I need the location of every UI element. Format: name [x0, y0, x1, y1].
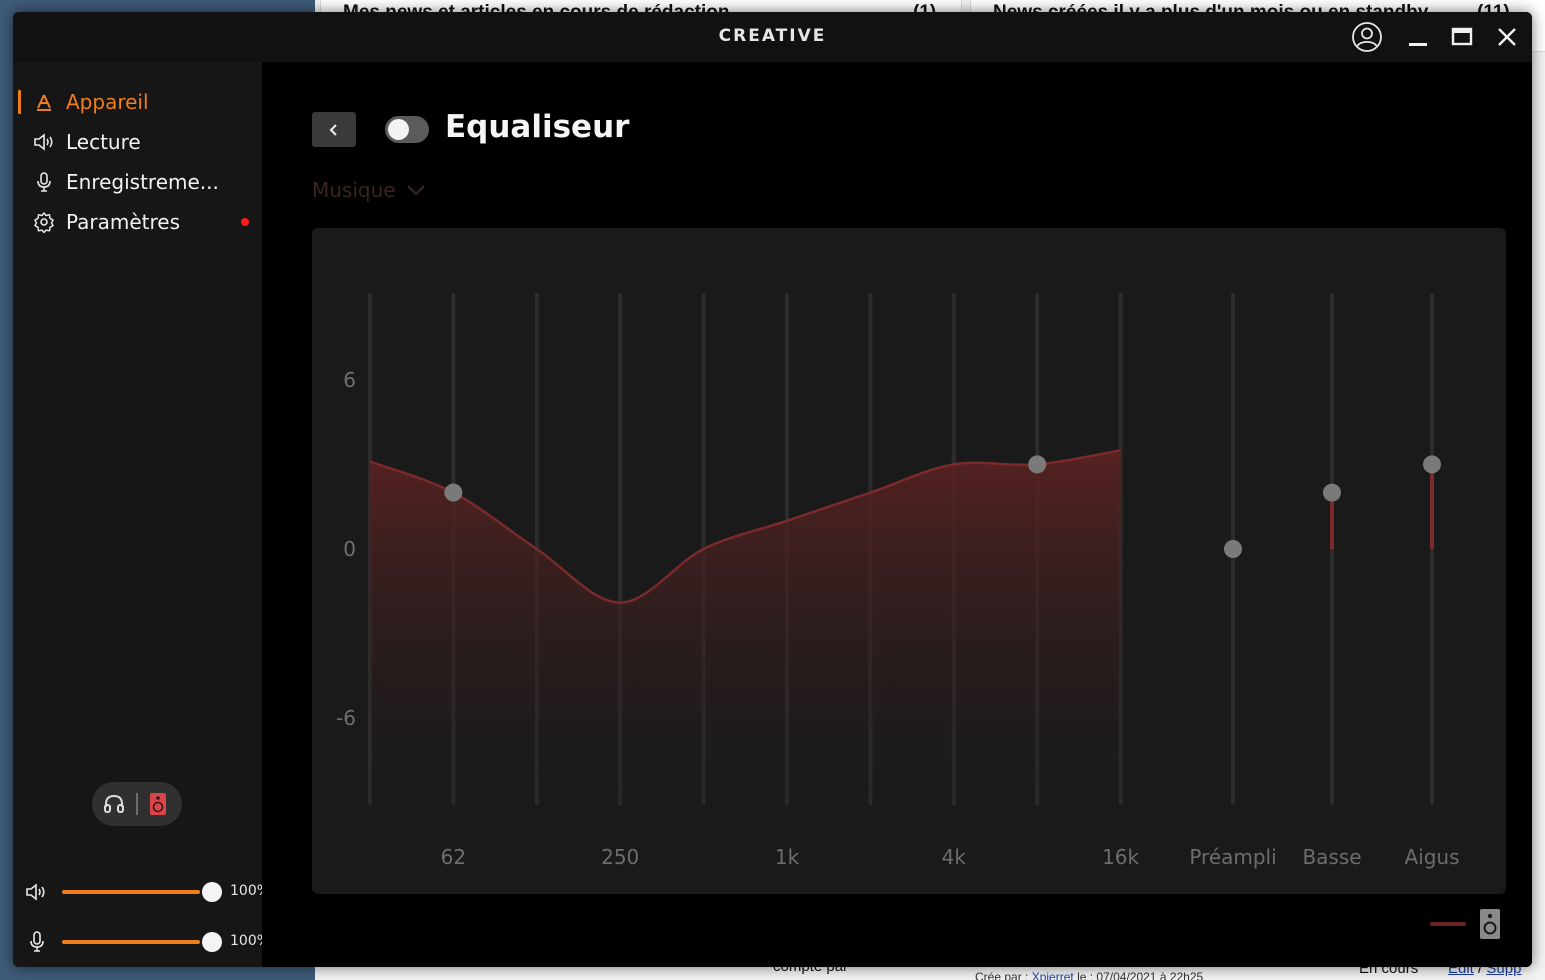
extra-control-handle	[1224, 540, 1242, 558]
sidebar-item-appareil[interactable]: Appareil	[13, 84, 262, 120]
eq-band-label: 1k	[775, 845, 800, 869]
playback-volume-slider[interactable]: 100%	[25, 877, 270, 907]
extra-control-label: Préampli	[1189, 845, 1276, 869]
sidebar-item-parametres[interactable]: Paramètres	[13, 204, 262, 240]
mic-knob[interactable]	[202, 932, 222, 952]
y-tick-label: 0	[343, 537, 356, 561]
microphone-icon	[33, 171, 55, 193]
chevron-down-icon	[406, 185, 425, 196]
active-indicator	[18, 90, 21, 114]
device-icon	[33, 91, 55, 113]
account-icon	[1352, 22, 1382, 52]
maximize-icon	[1451, 27, 1473, 46]
sidebar-item-enregistrement[interactable]: Enregistreme...	[13, 164, 262, 200]
minimize-icon	[1409, 43, 1427, 46]
brand-logo: CREATIVE	[718, 26, 827, 46]
sidebar-item-label: Lecture	[66, 130, 141, 154]
equalizer-toggle[interactable]	[385, 116, 429, 143]
close-icon	[1498, 28, 1516, 46]
mic-volume-slider[interactable]: 100%	[25, 927, 270, 957]
sidebar-item-label: Appareil	[66, 90, 149, 114]
speaker-icon	[25, 881, 49, 903]
equalizer-graph[interactable]: 6 0 -6 62 250 1k 4k 16k Préampli Basse Aigus	[312, 228, 1506, 894]
app-window: CREATIVE Appareil Lecture Enregistreme..…	[13, 12, 1532, 967]
output-device-toggle	[92, 782, 182, 826]
curve-legend-line	[1430, 922, 1466, 926]
volume-track[interactable]	[62, 890, 200, 894]
speaker-icon[interactable]	[1479, 908, 1501, 940]
close-button[interactable]	[1489, 20, 1525, 54]
sidebar-item-lecture[interactable]: Lecture	[13, 124, 262, 160]
gear-icon	[33, 211, 55, 233]
y-tick-label: 6	[343, 368, 356, 392]
minimize-button[interactable]	[1400, 20, 1436, 54]
speaker-icon	[33, 131, 55, 153]
preset-dropdown[interactable]: Musique	[312, 178, 426, 202]
eq-band-handle	[444, 483, 463, 502]
toggle-divider	[136, 793, 138, 815]
toggle-knob	[388, 119, 409, 140]
microphone-icon	[27, 930, 47, 954]
background-footer-author: Crée par : Xpierret le : 07/04/2021 à 22…	[975, 970, 1203, 980]
extra-control-handle	[1323, 483, 1341, 502]
sidebar-item-label: Paramètres	[66, 210, 181, 234]
extra-control-label: Aigus	[1404, 845, 1459, 869]
sidebar-item-label: Enregistreme...	[66, 170, 219, 194]
eq-band-handle	[1028, 455, 1047, 474]
chevron-left-icon	[329, 123, 337, 136]
eq-curve-fill	[370, 450, 1121, 803]
headphones-icon[interactable]	[102, 792, 126, 816]
speaker-icon[interactable]	[149, 792, 167, 816]
extra-control-label: Basse	[1302, 845, 1361, 869]
background-author-date: le : 07/04/2021 à 22h25	[1077, 970, 1204, 980]
maximize-button[interactable]	[1444, 20, 1480, 54]
sidebar: Appareil Lecture Enregistreme... Paramèt…	[13, 62, 270, 967]
background-author-link[interactable]: Xpierret	[1032, 970, 1074, 980]
page-title: Equaliseur	[445, 109, 630, 145]
mic-track[interactable]	[62, 940, 200, 944]
volume-knob[interactable]	[202, 882, 222, 902]
eq-band-label: 16k	[1102, 845, 1139, 869]
y-tick-label: -6	[336, 706, 356, 730]
extra-control-handle	[1423, 455, 1441, 474]
eq-band-label: 250	[601, 845, 639, 869]
preset-label: Musique	[312, 178, 396, 202]
equalizer-panel: 6 0 -6 62 250 1k 4k 16k Préampli Basse Aigus	[312, 228, 1506, 894]
eq-band-label: 4k	[942, 845, 967, 869]
title-bar: CREATIVE	[13, 12, 1532, 62]
back-button[interactable]	[312, 112, 356, 147]
eq-band-label: 62	[441, 845, 466, 869]
background-author-prefix: Crée par :	[975, 970, 1029, 980]
main-content: Equaliseur Musique 6 0 -6 62 250 1k 4k 16k Préam…	[262, 62, 1532, 967]
notification-dot	[241, 218, 249, 226]
account-button[interactable]	[1349, 20, 1385, 54]
